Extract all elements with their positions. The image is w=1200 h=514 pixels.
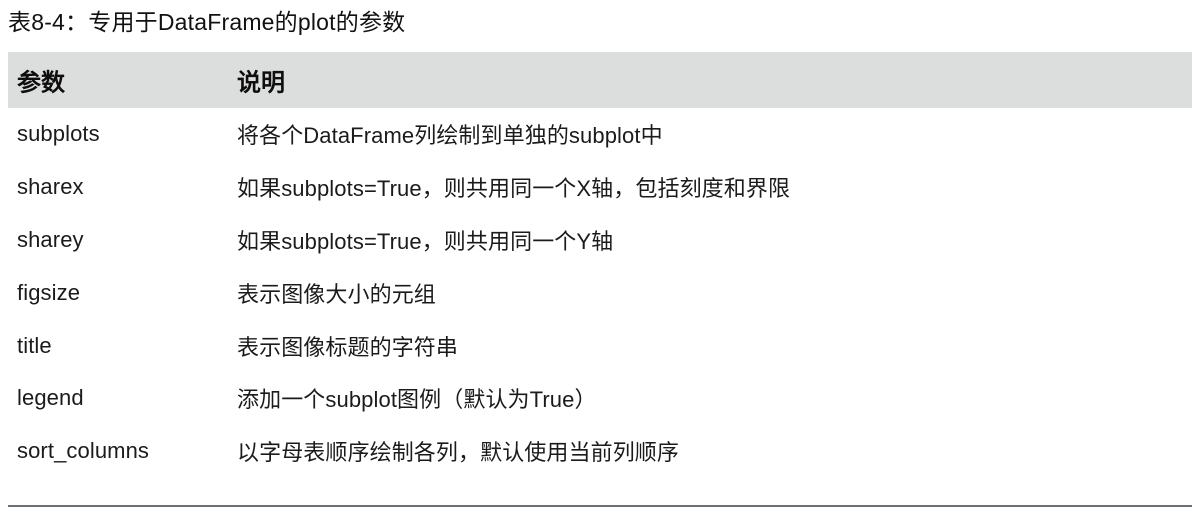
table-row: sharey 如果subplots=True，则共用同一个Y轴	[8, 214, 1192, 267]
row-parameter-name: subplots	[17, 121, 100, 147]
column-header-description: 说明	[237, 69, 285, 97]
column-header-parameter: 参数	[17, 69, 65, 97]
row-parameter-name: legend	[17, 385, 84, 411]
row-parameter-description: 添加一个subplot图例（默认为True）	[237, 387, 597, 413]
row-parameter-name: figsize	[17, 279, 81, 305]
row-parameter-description: 表示图像大小的元组	[237, 281, 436, 307]
row-parameter-name: sharey	[17, 226, 84, 252]
row-parameter-description: 如果subplots=True，则共用同一个X轴，包括刻度和界限	[237, 176, 791, 202]
row-parameter-name: title	[17, 332, 52, 358]
table-header-row: 参数 说明	[8, 52, 1192, 108]
table-row: sort_columns 以字母表顺序绘制各列，默认使用当前列顺序	[8, 425, 1192, 478]
table-caption: 表8-4：专用于DataFrame的plot的参数	[8, 9, 406, 35]
row-parameter-name: sharex	[17, 174, 84, 200]
table-row: legend 添加一个subplot图例（默认为True）	[8, 372, 1192, 425]
row-parameter-description: 以字母表顺序绘制各列，默认使用当前列顺序	[237, 440, 680, 466]
table-body: subplots 将各个DataFrame列绘制到单独的subplot中 sha…	[8, 108, 1192, 478]
table-row: subplots 将各个DataFrame列绘制到单独的subplot中	[8, 108, 1192, 161]
row-parameter-description: 表示图像标题的字符串	[237, 334, 459, 360]
table-row: title 表示图像标题的字符串	[8, 319, 1192, 372]
table-row: sharex 如果subplots=True，则共用同一个X轴，包括刻度和界限	[8, 161, 1192, 214]
table-page: 表8-4：专用于DataFrame的plot的参数 参数 说明 subplots…	[0, 0, 1200, 514]
row-parameter-description: 将各个DataFrame列绘制到单独的subplot中	[237, 123, 663, 149]
table-row: figsize 表示图像大小的元组	[8, 266, 1192, 319]
row-parameter-description: 如果subplots=True，则共用同一个Y轴	[237, 228, 614, 254]
row-parameter-name: sort_columns	[17, 438, 150, 464]
parameters-table: 参数 说明 subplots 将各个DataFrame列绘制到单独的subplo…	[8, 52, 1192, 478]
table-bottom-rule	[8, 505, 1192, 507]
